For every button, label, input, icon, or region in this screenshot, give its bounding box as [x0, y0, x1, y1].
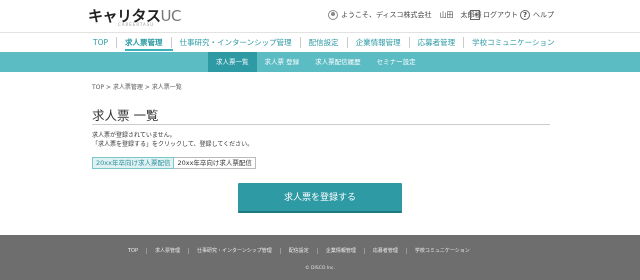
breadcrumb: TOP > 求人票管理 > 求人票一覧 [92, 84, 182, 91]
main-nav-applicants[interactable]: 応募者管理 [408, 37, 464, 48]
main-nav: TOP 求人票管理 仕事研究・インターンシップ管理 配信設定 企業情報管理 応募… [0, 32, 640, 52]
footer-link-company-info[interactable]: 企業情報管理 [316, 248, 364, 254]
footer-link-job-research-internship[interactable]: 仕事研究・インターンシップ管理 [188, 248, 280, 254]
sub-nav-delivery-history[interactable]: 求人票配信履歴 [307, 52, 369, 72]
logo-uc-text: UC [160, 7, 182, 25]
title-divider [92, 124, 550, 125]
sub-nav-seminar-settings[interactable]: セミナー設定 [369, 52, 424, 72]
main-nav-school-communication[interactable]: 学校コミュニケーション [463, 37, 562, 48]
help-link[interactable]: ? ヘルプ [520, 10, 554, 20]
instruction-message: 「求人票を登録する」をクリックして、登録してください。 [92, 141, 254, 148]
footer-link-top[interactable]: TOP [120, 248, 146, 254]
main-nav-top[interactable]: TOP [85, 37, 116, 48]
help-label: ヘルプ [533, 11, 554, 19]
footer-link-delivery-settings[interactable]: 配信設定 [279, 248, 317, 254]
user-greeting: ようこそ、ディスコ株式会社 山田 太郎様 [328, 10, 482, 20]
footer-link-applicants[interactable]: 応募者管理 [363, 248, 406, 254]
user-icon [328, 10, 338, 20]
empty-message: 求人票が登録されていません。 [92, 132, 176, 139]
logo-subtext: CAREERTASU [118, 22, 155, 27]
help-icon: ? [520, 10, 530, 20]
main-nav-job-research-internship[interactable]: 仕事研究・インターンシップ管理 [170, 37, 300, 48]
greeting-text: ようこそ、ディスコ株式会社 [341, 11, 432, 19]
logout-link[interactable]: ↪ ログアウト [470, 10, 518, 20]
register-job-button[interactable]: 求人票を登録する [238, 183, 402, 213]
tab-year-1[interactable]: 20xx年卒向け求人票配信 [92, 157, 175, 169]
year-tabs: 20xx年卒向け求人票配信 20xx年卒向け求人票配信 [92, 157, 256, 169]
logout-icon: ↪ [470, 10, 480, 20]
active-nav-indicator [125, 49, 173, 51]
footer: TOP 求人票管理 仕事研究・インターンシップ管理 配信設定 企業情報管理 応募… [0, 235, 640, 280]
sub-nav-job-list[interactable]: 求人票一覧 [208, 52, 257, 72]
sub-nav-job-register[interactable]: 求人票 登録 [257, 52, 308, 72]
main-nav-job-posting[interactable]: 求人票管理 [116, 37, 171, 48]
footer-link-job-posting[interactable]: 求人票管理 [146, 248, 188, 254]
sub-nav: 求人票一覧 求人票 登録 求人票配信履歴 セミナー設定 [0, 52, 640, 72]
page-title: 求人票 一覧 [92, 108, 159, 123]
footer-link-school-communication[interactable]: 学校コミュニケーション [405, 248, 478, 254]
main-nav-company-info[interactable]: 企業情報管理 [346, 37, 409, 48]
tab-year-2[interactable]: 20xx年卒向け求人票配信 [174, 157, 256, 169]
logout-label: ログアウト [483, 11, 518, 19]
top-header: キャリタスUC CAREERTASU ようこそ、ディスコ株式会社 山田 太郎様 … [0, 0, 640, 32]
copyright: © DISCO Inc. [305, 266, 335, 271]
main-nav-delivery-settings[interactable]: 配信設定 [299, 37, 347, 48]
